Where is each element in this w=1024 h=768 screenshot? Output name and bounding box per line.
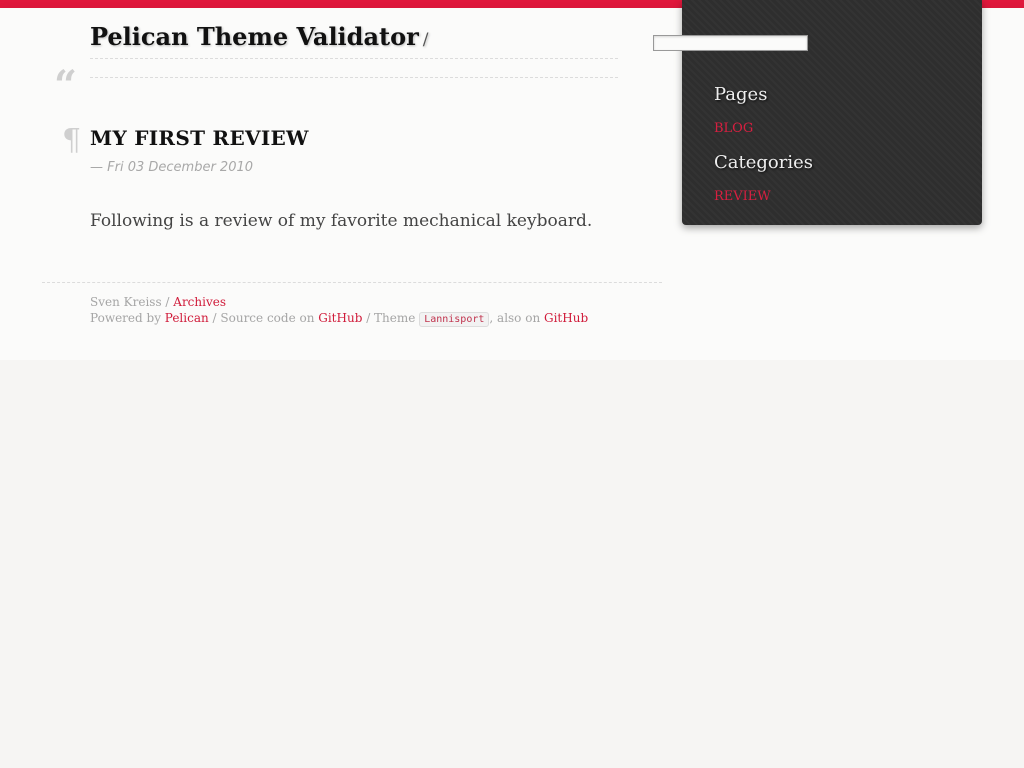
footer-separator: / (161, 295, 174, 309)
archives-link[interactable]: Archives (173, 295, 226, 309)
sidebar-heading-pages: Pages (714, 84, 768, 105)
footer-line-2: Powered by Pelican / Source code on GitH… (90, 310, 588, 328)
github-theme-link[interactable]: GitHub (544, 311, 588, 325)
site-title-link[interactable]: Pelican Theme Validator / (90, 22, 428, 51)
footer: Sven Kreiss / Archives Powered by Pelica… (90, 294, 588, 328)
page-background (0, 360, 1024, 768)
footer-author: Sven Kreiss (90, 295, 162, 309)
sidebar-item-review[interactable]: REVIEW (714, 189, 771, 204)
article-body: Following is a review of my favorite mec… (90, 211, 593, 231)
theme-name-code: Lannisport (419, 312, 490, 327)
also-on-text: , also on (489, 311, 544, 325)
powered-by-text: Powered by (90, 311, 165, 325)
sidebar-heading-categories: Categories (714, 152, 813, 173)
sidebar-item-blog[interactable]: BLOG (714, 121, 753, 136)
theme-text: / Theme (362, 311, 420, 325)
footer-line-1: Sven Kreiss / Archives (90, 294, 588, 310)
pelican-link[interactable]: Pelican (165, 311, 209, 325)
quote-icon: “ (54, 62, 78, 109)
search-input[interactable] (653, 35, 808, 51)
title-separator: / (422, 30, 429, 50)
article-top-divider (90, 77, 618, 78)
site-title[interactable]: Pelican Theme Validator (90, 22, 419, 51)
article-title[interactable]: MY FIRST REVIEW (90, 126, 309, 150)
github-source-link[interactable]: GitHub (318, 311, 362, 325)
pilcrow-icon: ¶ (62, 123, 82, 158)
source-code-text: / Source code on (208, 311, 319, 325)
header-divider (90, 58, 618, 59)
footer-divider (42, 282, 662, 283)
article-date: — Fri 03 December 2010 (90, 160, 254, 175)
